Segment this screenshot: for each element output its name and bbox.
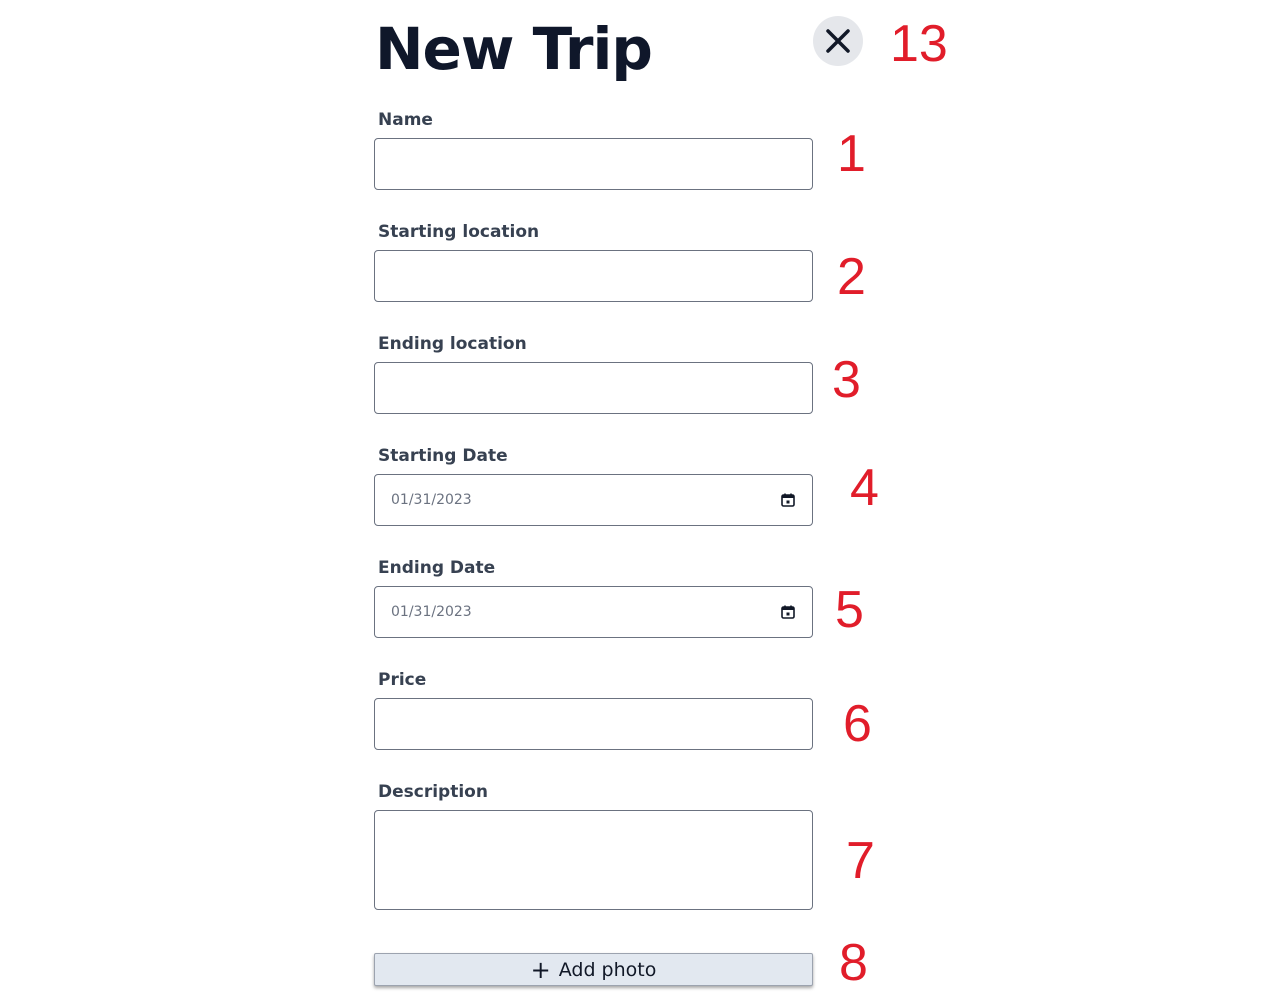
starting-location-input[interactable] [374,250,813,302]
starting-date-input[interactable]: 01/31/2023 [374,474,813,526]
name-label: Name [378,110,433,130]
price-label: Price [378,670,427,690]
marker-1: 1 [837,125,866,183]
add-photo-button[interactable]: + Add photo [374,953,813,986]
calendar-icon[interactable] [780,492,796,508]
marker-7: 7 [846,832,875,890]
close-button[interactable] [813,16,863,66]
close-icon [826,29,850,53]
marker-4: 4 [850,459,879,517]
ending-location-label: Ending location [378,334,527,354]
page-title: New Trip [375,15,653,83]
description-textarea[interactable] [374,810,813,910]
starting-date-label: Starting Date [378,446,508,466]
ending-date-input[interactable]: 01/31/2023 [374,586,813,638]
marker-6: 6 [843,695,872,753]
marker-2: 2 [837,248,866,306]
marker-13: 13 [890,15,948,73]
starting-date-value: 01/31/2023 [391,492,472,508]
description-label: Description [378,782,488,802]
ending-location-input[interactable] [374,362,813,414]
add-photo-label: Add photo [558,958,657,981]
calendar-icon[interactable] [780,604,796,620]
plus-icon: + [530,955,551,984]
marker-5: 5 [835,581,864,639]
price-input[interactable] [374,698,813,750]
marker-8: 8 [839,934,868,992]
marker-3: 3 [832,351,861,409]
ending-date-label: Ending Date [378,558,496,578]
ending-date-value: 01/31/2023 [391,604,472,620]
starting-location-label: Starting location [378,222,540,242]
name-input[interactable] [374,138,813,190]
